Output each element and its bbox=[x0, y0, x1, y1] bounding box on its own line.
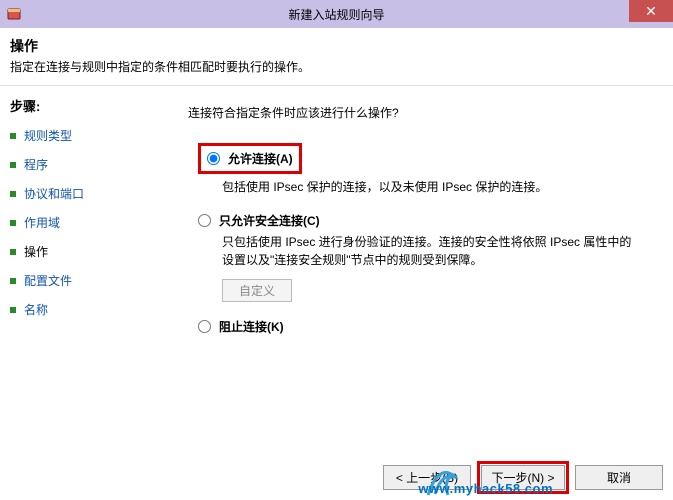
section-header: 操作 指定在连接与规则中指定的条件相匹配时要执行的操作。 bbox=[0, 28, 673, 85]
radio-block[interactable] bbox=[198, 320, 211, 333]
step-dot-icon bbox=[10, 307, 16, 313]
step-dot-icon bbox=[10, 191, 16, 197]
sidebar-item-label: 协议和端口 bbox=[24, 185, 84, 202]
step-dot-icon bbox=[10, 249, 16, 255]
main-panel: 连接符合指定条件时应该进行什么操作? 允许连接(A) 包括使用 IPsec 保护… bbox=[170, 86, 673, 495]
next-button[interactable]: 下一步(N) > bbox=[481, 465, 565, 490]
sidebar: 步骤: 规则类型 程序 协议和端口 作用域 操作 配置文件 名称 bbox=[0, 86, 170, 495]
sidebar-item-label: 名称 bbox=[24, 301, 48, 318]
step-dot-icon bbox=[10, 220, 16, 226]
radio-allow-secure[interactable] bbox=[198, 214, 211, 227]
option-block: 阻止连接(K) bbox=[198, 318, 655, 335]
option-allow-secure: 只允许安全连接(C) 只包括使用 IPsec 进行身份验证的连接。连接的安全性将… bbox=[198, 212, 655, 302]
footer-buttons: < 上一步(B) 下一步(N) > 取消 bbox=[383, 461, 663, 494]
step-dot-icon bbox=[10, 278, 16, 284]
sidebar-item-label: 操作 bbox=[24, 243, 48, 260]
sidebar-item-scope[interactable]: 作用域 bbox=[10, 214, 170, 231]
option-desc: 只包括使用 IPsec 进行身份验证的连接。连接的安全性将依照 IPsec 属性… bbox=[222, 233, 642, 269]
sidebar-item-action[interactable]: 操作 bbox=[10, 243, 170, 260]
step-dot-icon bbox=[10, 162, 16, 168]
sidebar-item-label: 程序 bbox=[24, 156, 48, 173]
close-button[interactable]: ✕ bbox=[629, 0, 673, 22]
sidebar-item-profile[interactable]: 配置文件 bbox=[10, 272, 170, 289]
step-dot-icon bbox=[10, 133, 16, 139]
page-description: 指定在连接与规则中指定的条件相匹配时要执行的操作。 bbox=[0, 58, 673, 85]
sidebar-item-protocol[interactable]: 协议和端口 bbox=[10, 185, 170, 202]
option-label[interactable]: 阻止连接(K) bbox=[219, 318, 284, 335]
sidebar-item-program[interactable]: 程序 bbox=[10, 156, 170, 173]
option-allow: 允许连接(A) 包括使用 IPsec 保护的连接，以及未使用 IPsec 保护的… bbox=[198, 143, 655, 196]
customize-button: 自定义 bbox=[222, 279, 292, 302]
sidebar-item-label: 配置文件 bbox=[24, 272, 72, 289]
sidebar-item-label: 作用域 bbox=[24, 214, 60, 231]
option-label[interactable]: 允许连接(A) bbox=[228, 150, 293, 167]
sidebar-item-ruletype[interactable]: 规则类型 bbox=[10, 127, 170, 144]
steps-heading: 步骤: bbox=[10, 96, 170, 115]
radio-allow[interactable] bbox=[207, 152, 220, 165]
window-title: 新建入站规则向导 bbox=[0, 6, 673, 23]
back-button[interactable]: < 上一步(B) bbox=[383, 465, 471, 490]
highlight-box: 下一步(N) > bbox=[477, 461, 569, 494]
page-title: 操作 bbox=[0, 28, 673, 58]
close-icon: ✕ bbox=[645, 3, 657, 20]
option-desc: 包括使用 IPsec 保护的连接，以及未使用 IPsec 保护的连接。 bbox=[222, 178, 642, 196]
body-area: 步骤: 规则类型 程序 协议和端口 作用域 操作 配置文件 名称 连接符合指定条… bbox=[0, 85, 673, 495]
highlight-box: 允许连接(A) bbox=[198, 143, 302, 174]
sidebar-item-label: 规则类型 bbox=[24, 127, 72, 144]
sidebar-item-name[interactable]: 名称 bbox=[10, 301, 170, 318]
titlebar: 新建入站规则向导 ✕ bbox=[0, 0, 673, 28]
cancel-button[interactable]: 取消 bbox=[575, 465, 663, 490]
question-text: 连接符合指定条件时应该进行什么操作? bbox=[188, 104, 655, 121]
option-label[interactable]: 只允许安全连接(C) bbox=[219, 212, 320, 229]
